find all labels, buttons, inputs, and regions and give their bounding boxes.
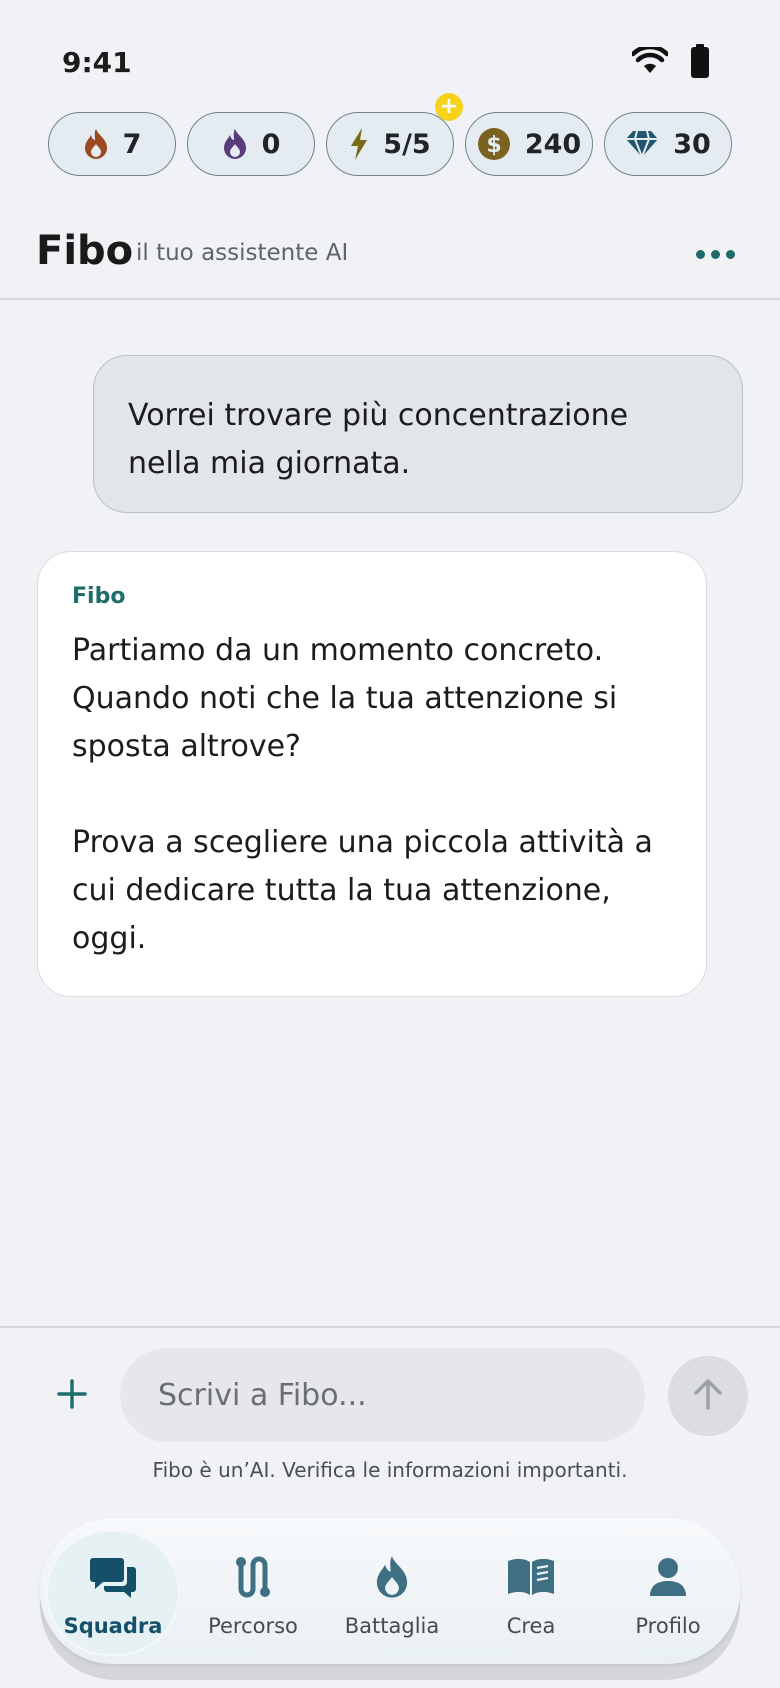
chat-icon bbox=[89, 1552, 137, 1602]
nav-label: Squadra bbox=[63, 1614, 163, 1638]
streak-pill[interactable]: 7 bbox=[48, 112, 176, 176]
nav-item-crea[interactable]: Crea bbox=[466, 1532, 596, 1654]
energy-pill[interactable]: 5/5 + bbox=[326, 93, 463, 176]
ai-message-bubble: Fibo Partiamo da un momento concreto. Qu… bbox=[37, 551, 707, 997]
nav-item-squadra[interactable]: Squadra bbox=[48, 1532, 178, 1654]
stat-value: 30 bbox=[673, 128, 711, 160]
gem-icon bbox=[625, 130, 659, 158]
page-title: Fibo bbox=[36, 228, 134, 274]
add-energy-badge[interactable]: + bbox=[435, 93, 463, 121]
ai-paragraph: Prova a scegliere una piccola attività a… bbox=[72, 825, 653, 956]
ai-disclaimer: Fibo è un’AI. Verifica le informazioni i… bbox=[152, 1458, 628, 1482]
stat-value: 7 bbox=[122, 128, 142, 160]
chat-header: Fibo il tuo assistente AI bbox=[0, 210, 780, 300]
battery-icon bbox=[690, 44, 710, 82]
flame-icon bbox=[222, 128, 248, 160]
dot bbox=[696, 249, 705, 259]
more-options-button[interactable] bbox=[696, 244, 736, 264]
bolt-icon bbox=[349, 128, 369, 160]
nav-label: Profilo bbox=[635, 1614, 701, 1638]
svg-text:$: $ bbox=[486, 133, 501, 158]
ai-sender-name: Fibo bbox=[72, 584, 126, 609]
nav-label: Battaglia bbox=[344, 1614, 440, 1638]
flame-icon bbox=[83, 128, 109, 160]
nav-item-battaglia[interactable]: Battaglia bbox=[327, 1532, 457, 1654]
stats-row: 7 0 5/5 + $ 240 30 bbox=[48, 93, 732, 176]
message-input[interactable] bbox=[120, 1348, 645, 1442]
send-button[interactable] bbox=[668, 1356, 748, 1436]
wifi-icon bbox=[630, 44, 670, 79]
path-icon bbox=[233, 1552, 273, 1602]
status-time: 9:41 bbox=[62, 46, 132, 79]
plus-icon bbox=[56, 1378, 88, 1414]
dot bbox=[726, 249, 735, 259]
stat-value: 0 bbox=[261, 128, 281, 160]
person-icon bbox=[649, 1552, 687, 1602]
status-icons bbox=[630, 44, 710, 82]
user-message-bubble: Vorrei trovare più concentrazione nella … bbox=[93, 355, 743, 513]
stat-value: 5/5 bbox=[383, 128, 431, 160]
nav-item-profilo[interactable]: Profilo bbox=[603, 1532, 733, 1654]
ai-paragraph: Partiamo da un momento concreto. Quando … bbox=[72, 633, 618, 764]
coins-pill[interactable]: $ 240 bbox=[465, 112, 593, 176]
composer-divider bbox=[0, 1326, 780, 1328]
nav-label: Crea bbox=[506, 1614, 556, 1638]
gems-pill[interactable]: 30 bbox=[604, 112, 732, 176]
user-message-text: Vorrei trovare più concentrazione nella … bbox=[128, 398, 629, 481]
bottom-nav: Squadra Percorso Battaglia Crea Profilo bbox=[40, 1518, 740, 1664]
page-subtitle: il tuo assistente AI bbox=[136, 240, 349, 266]
coin-icon: $ bbox=[477, 127, 511, 161]
ai-message-text: Partiamo da un momento concreto. Quando … bbox=[72, 627, 672, 963]
book-icon bbox=[506, 1552, 556, 1602]
battle-streak-pill[interactable]: 0 bbox=[187, 112, 315, 176]
attach-button[interactable] bbox=[52, 1376, 92, 1416]
nav-label: Percorso bbox=[208, 1614, 298, 1638]
dot bbox=[711, 249, 720, 259]
stat-value: 240 bbox=[524, 128, 582, 160]
status-bar: 9:41 bbox=[0, 0, 780, 100]
arrow-up-icon bbox=[691, 1377, 725, 1415]
nav-item-percorso[interactable]: Percorso bbox=[188, 1532, 318, 1654]
flame-icon bbox=[373, 1552, 411, 1602]
